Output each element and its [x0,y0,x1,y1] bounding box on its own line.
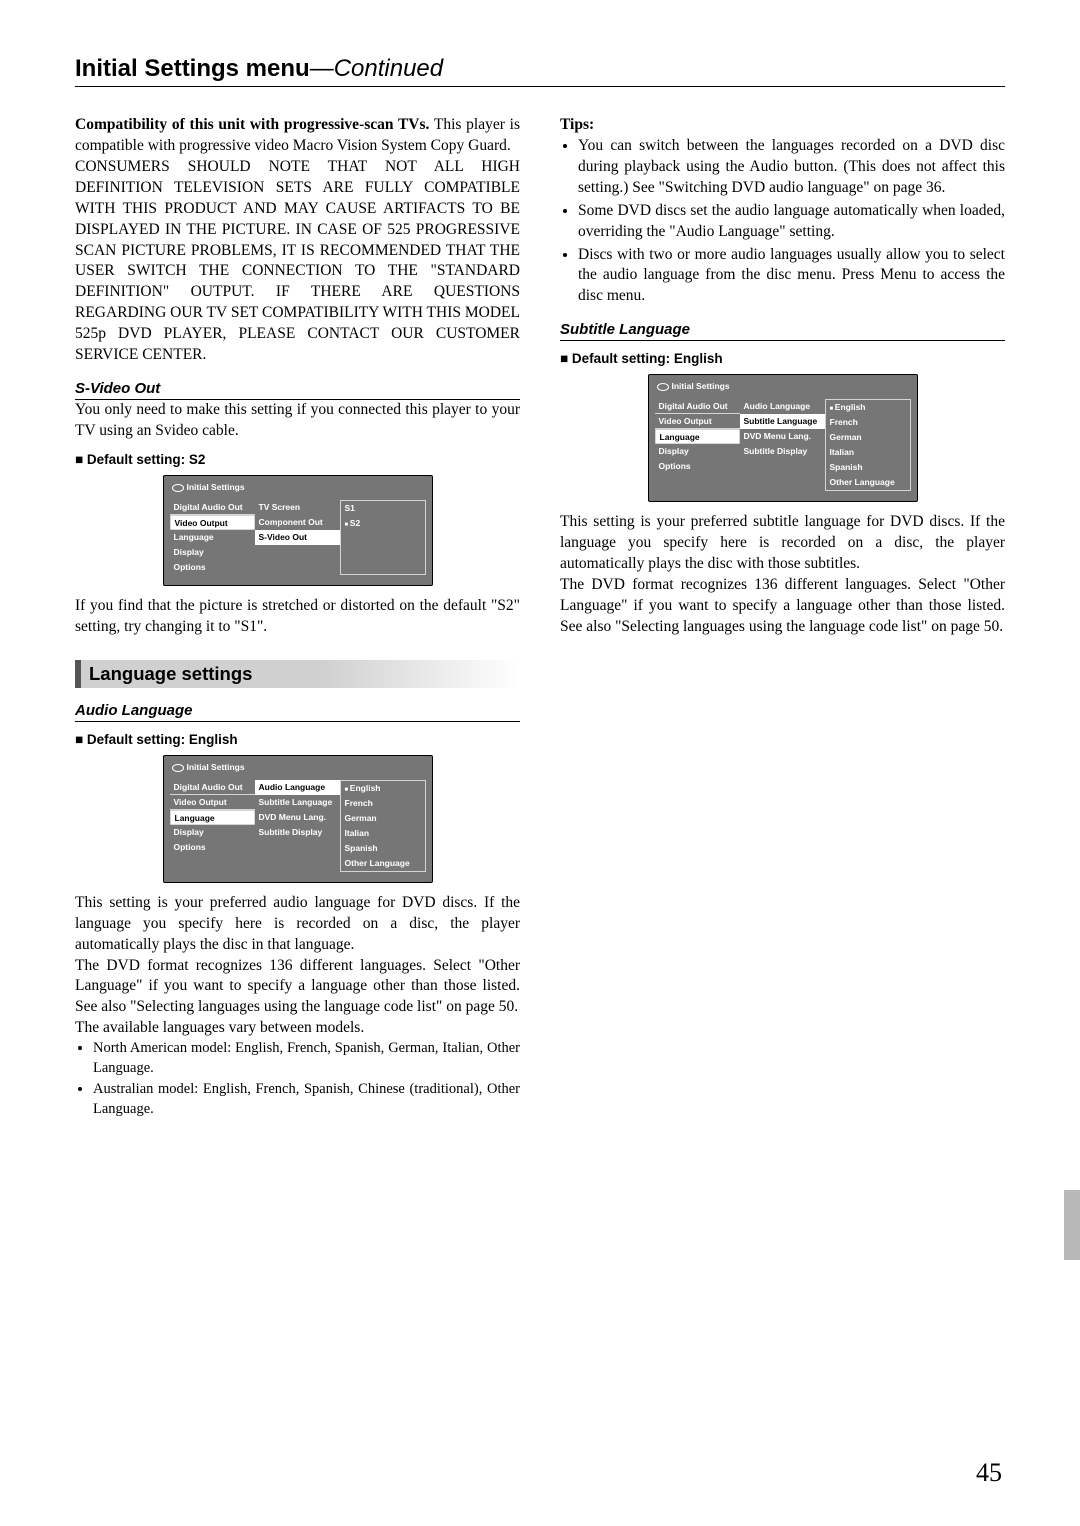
audio-model-list: North American model: English, French, S… [75,1039,520,1119]
svideo-p2: If you find that the picture is stretche… [75,596,520,638]
menu-right: S1 S2 [340,500,426,575]
compat-p2: CONSUMERS SHOULD NOTE THAT NOT ALL HIGH … [75,157,520,366]
menu-left-item: Digital Audio Out [655,399,740,414]
menu-title: Initial Settings [170,760,426,776]
menu-right-item-selected: English [341,781,425,796]
menu-right-item: Italian [826,445,910,460]
menu-left-item: Options [170,840,255,855]
tips-label: Tips: [560,115,1005,136]
menu-left-item: Options [655,459,740,474]
menu-mid-item: Subtitle Display [740,444,825,459]
menu-window: Initial Settings Digital Audio Out Video… [648,374,918,502]
menu-mid: Audio Language Subtitle Language DVD Men… [740,399,825,491]
menu-mid: TV Screen Component Out S-Video Out [255,500,340,575]
menu-left: Digital Audio Out Video Output Language … [170,780,255,872]
menu-mid-item-selected: Audio Language [255,780,340,795]
subtitle-p1: This setting is your preferred subtitle … [560,512,1005,575]
menu-title: Initial Settings [170,480,426,496]
list-item: North American model: English, French, S… [93,1039,520,1078]
audio-p1: This setting is your preferred audio lan… [75,893,520,956]
svideo-default: Default setting: S2 [75,452,520,467]
menu-left-item: Digital Audio Out [170,500,255,515]
menu-mid-item-selected: Subtitle Language [740,414,825,429]
menu-left: Digital Audio Out Video Output Language … [655,399,740,491]
menu-mid-item: DVD Menu Lang. [255,810,340,825]
menu-title: Initial Settings [655,379,911,395]
compat-para: Compatibility of this unit with progress… [75,115,520,157]
audio-default: Default setting: English [75,732,520,747]
columns: Compatibility of this unit with progress… [75,115,1005,1121]
title-rule [75,86,1005,87]
compat-heading: Compatibility of this unit with progress… [75,116,429,133]
menu-mid-item: Component Out [255,515,340,530]
menu-mid-item: Audio Language [740,399,825,414]
menu-left-item: Display [655,444,740,459]
page-title-main: Initial Settings menu [75,55,310,82]
menu-right-item: Spanish [826,460,910,475]
menu-right-item: Other Language [341,856,425,871]
page-title-continued: —Continued [310,55,443,82]
language-settings-banner: Language settings [75,660,520,688]
audio-language-heading: Audio Language [75,702,520,722]
menu-left-item: Language [170,530,255,545]
menu-right-item: French [341,796,425,811]
menu-left: Digital Audio Out Video Output Language … [170,500,255,575]
menu-right: English French German Italian Spanish Ot… [825,399,911,491]
page-number: 45 [976,1458,1002,1488]
menu-right-item: Spanish [341,841,425,856]
left-column: Compatibility of this unit with progress… [75,115,520,1121]
audio-p3: The available languages vary between mod… [75,1018,520,1039]
list-item: Some DVD discs set the audio language au… [578,201,1005,243]
menu-right-item: Other Language [826,475,910,490]
menu-left-item: Video Output [655,414,740,429]
menu-left-item-selected: Video Output [170,515,255,530]
eye-icon [172,764,184,772]
page-title: Initial Settings menu—Continued [75,55,1005,83]
svideo-p1: You only need to make this setting if yo… [75,400,520,442]
menu-right-item-selected: English [826,400,910,415]
list-item: You can switch between the languages rec… [578,136,1005,199]
menu-left-item-selected: Language [170,810,255,825]
menu-right-item: German [826,430,910,445]
menu-mid-item: Subtitle Language [255,795,340,810]
subtitle-language-heading: Subtitle Language [560,321,1005,341]
svideo-menu-figure: Initial Settings Digital Audio Out Video… [163,475,433,586]
menu-left-item: Digital Audio Out [170,780,255,795]
menu-mid-item: DVD Menu Lang. [740,429,825,444]
menu-mid: Audio Language Subtitle Language DVD Men… [255,780,340,872]
right-column: Tips: You can switch between the languag… [560,115,1005,1121]
menu-mid-item: TV Screen [255,500,340,515]
subtitle-menu-figure: Initial Settings Digital Audio Out Video… [648,374,918,502]
menu-mid-item-selected: S-Video Out [255,530,340,545]
menu-window: Initial Settings Digital Audio Out Video… [163,755,433,883]
eye-icon [172,484,184,492]
menu-left-item: Display [170,825,255,840]
subtitle-default: Default setting: English [560,351,1005,366]
menu-right-item: German [341,811,425,826]
audio-menu-figure: Initial Settings Digital Audio Out Video… [163,755,433,883]
menu-left-item: Video Output [170,795,255,810]
audio-p2: The DVD format recognizes 136 different … [75,956,520,1019]
menu-left-item: Options [170,560,255,575]
side-tab [1064,1190,1080,1260]
manual-page: Initial Settings menu—Continued Compatib… [0,0,1080,1526]
menu-left-item: Display [170,545,255,560]
svideo-heading: S-Video Out [75,380,520,400]
list-item: Australian model: English, French, Spani… [93,1080,520,1119]
eye-icon [657,383,669,391]
menu-mid-item: Subtitle Display [255,825,340,840]
list-item: Discs with two or more audio languages u… [578,245,1005,308]
menu-right-item: French [826,415,910,430]
menu-right-item: Italian [341,826,425,841]
tips-list: You can switch between the languages rec… [560,136,1005,307]
menu-right-item-selected: S2 [341,516,425,531]
menu-right: English French German Italian Spanish Ot… [340,780,426,872]
menu-window: Initial Settings Digital Audio Out Video… [163,475,433,586]
menu-right-item: S1 [341,501,425,516]
subtitle-p2: The DVD format recognizes 136 different … [560,575,1005,638]
menu-left-item-selected: Language [655,429,740,444]
